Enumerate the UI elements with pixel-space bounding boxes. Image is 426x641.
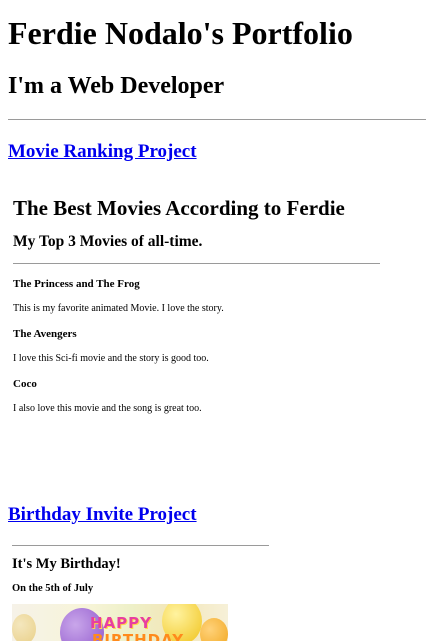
header-divider (8, 119, 426, 120)
movie-description: This is my favorite animated Movie. I lo… (13, 303, 224, 314)
movie-ranking-iframe[interactable]: The Best Movies According to Ferdie My T… (13, 186, 393, 436)
movie-ranking-project-link[interactable]: Movie Ranking Project (8, 140, 197, 164)
balloon-shape (200, 618, 228, 641)
happy-birthday-image-text: BIRTHDAY (92, 631, 185, 641)
movie-frame-divider (13, 263, 380, 264)
happy-birthday-image-text: HAPPY (90, 614, 153, 632)
movie-title: The Avengers (13, 328, 77, 340)
birthday-invite-project-link[interactable]: Birthday Invite Project (8, 503, 197, 527)
page-title: Ferdie Nodalo's Portfolio (8, 15, 353, 51)
birthday-frame-date: On the 5th of July (12, 583, 94, 594)
birthday-frame-title: It's My Birthday! (12, 556, 121, 572)
birthday-invite-iframe[interactable]: It's My Birthday! On the 5th of July HAP… (12, 544, 272, 641)
movie-title: The Princess and The Frog (13, 278, 140, 290)
birthday-frame-divider (12, 545, 269, 546)
movie-frame-subtitle: My Top 3 Movies of all-time. (13, 233, 203, 250)
balloon-shape (12, 614, 36, 641)
movie-title: Coco (13, 378, 37, 390)
movie-description: I also love this movie and the song is g… (13, 403, 202, 414)
page-subtitle: I'm a Web Developer (8, 73, 225, 99)
birthday-balloons-image: HAPPY BIRTHDAY (12, 604, 228, 641)
movie-description: I love this Sci-fi movie and the story i… (13, 353, 209, 364)
movie-frame-title: The Best Movies According to Ferdie (13, 196, 345, 220)
